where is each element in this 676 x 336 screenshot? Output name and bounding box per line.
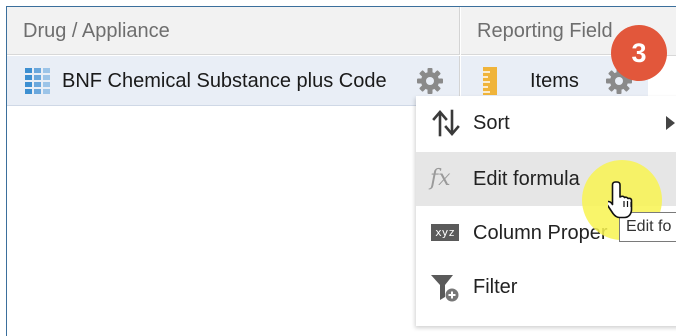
menu-item-filter[interactable]: Filter: [416, 260, 676, 314]
step-number-badge: 3: [611, 25, 667, 81]
fx-icon: fx: [430, 166, 451, 191]
column-header-label: Reporting Field: [477, 20, 613, 42]
xyz-icon: xyz: [431, 224, 459, 241]
hand-cursor-icon: [608, 181, 633, 219]
menu-item-label: Edit formula: [473, 168, 580, 190]
menu-item-label: Filter: [473, 276, 518, 298]
ruler-measure-icon: [483, 67, 497, 95]
menu-item-sort[interactable]: Sort: [416, 96, 676, 150]
table-grid-icon: [25, 68, 50, 94]
sort-arrows-icon: [432, 109, 460, 137]
column-header-label: Drug / Appliance: [23, 20, 170, 42]
column-cell-label: BNF Chemical Substance plus Code: [62, 70, 387, 92]
menu-item-label: Sort: [473, 112, 510, 134]
column-cell-bnf[interactable]: BNF Chemical Substance plus Code: [7, 56, 460, 106]
filter-icon: [431, 275, 459, 302]
gear-icon[interactable]: [415, 66, 445, 96]
chevron-right-icon: [666, 116, 675, 130]
column-header-drug-appliance[interactable]: Drug / Appliance: [7, 7, 460, 55]
